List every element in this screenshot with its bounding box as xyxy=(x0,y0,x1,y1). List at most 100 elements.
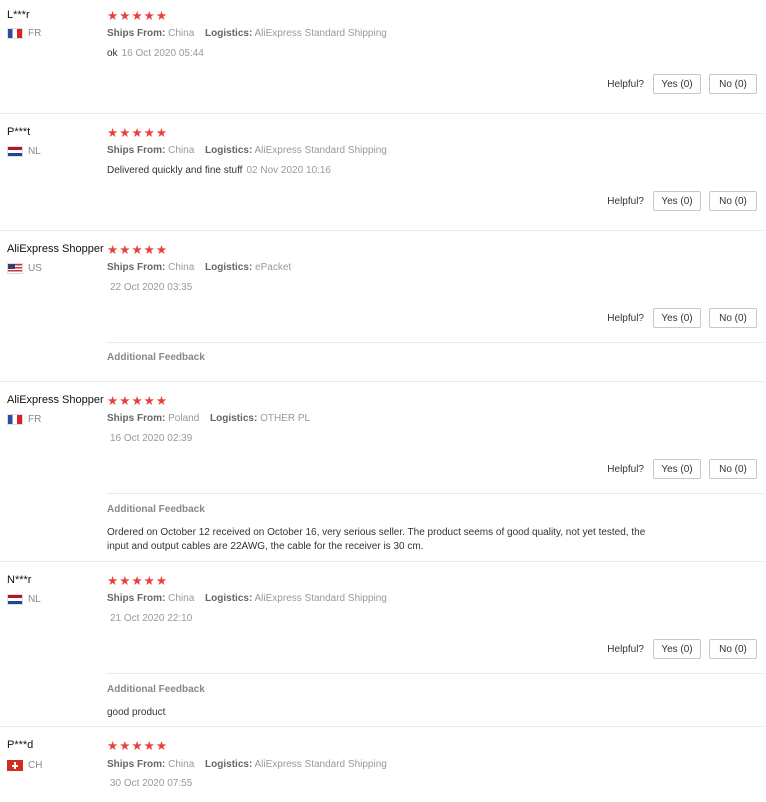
reviewer-country: US xyxy=(7,263,42,274)
star-icon: ★ xyxy=(107,394,119,408)
additional-feedback-title: Additional Feedback xyxy=(107,352,205,363)
helpful-no-button[interactable]: No (0) xyxy=(709,74,757,94)
reviewer-name: AliExpress Shopper xyxy=(7,394,104,406)
logistics-label: Logistics: xyxy=(205,262,253,273)
ships-from-label: Ships From: xyxy=(107,262,166,273)
reviewer-country: CH xyxy=(7,760,42,771)
star-rating: ★ ★ ★ ★ ★ xyxy=(107,739,167,753)
reviewer-name: L***r xyxy=(7,9,30,21)
star-icon: ★ xyxy=(143,739,155,753)
review-text: ok xyxy=(107,48,118,59)
logistics-value: OTHER PL xyxy=(260,413,311,424)
star-icon: ★ xyxy=(143,394,155,408)
review-date: 21 Oct 2020 22:10 xyxy=(110,613,193,624)
helpful-vote: Helpful? Yes (0) No (0) xyxy=(607,191,757,211)
reviewer-country: NL xyxy=(7,594,41,605)
review-date: 30 Oct 2020 07:55 xyxy=(110,778,193,789)
reviewer-country: NL xyxy=(7,146,41,157)
france-flag-icon xyxy=(7,28,23,39)
star-icon: ★ xyxy=(119,574,131,588)
helpful-yes-button[interactable]: Yes (0) xyxy=(653,191,701,211)
star-rating: ★ ★ ★ ★ ★ xyxy=(107,394,168,408)
shipping-info: Ships From: China Logistics: ePacket xyxy=(107,262,291,273)
ships-from-value: China xyxy=(168,28,195,39)
helpful-no-button[interactable]: No (0) xyxy=(709,459,757,479)
helpful-vote: Helpful? Yes (0) No (0) xyxy=(607,459,757,479)
helpful-no-button[interactable]: No (0) xyxy=(709,191,757,211)
reviewer-name: N***r xyxy=(7,574,32,586)
star-icon: ★ xyxy=(155,9,168,23)
logistics-label: Logistics: xyxy=(210,413,258,424)
ships-from-value: Poland xyxy=(168,413,200,424)
logistics-value: AliExpress Standard Shipping xyxy=(254,145,387,156)
helpful-label: Helpful? xyxy=(607,195,644,207)
shipping-info: Ships From: China Logistics: AliExpress … xyxy=(107,759,387,770)
usa-flag-icon xyxy=(7,263,23,274)
reviewer-name: P***d xyxy=(7,739,34,751)
helpful-yes-button[interactable]: Yes (0) xyxy=(653,639,701,659)
additional-feedback-title: Additional Feedback xyxy=(107,504,205,515)
logistics-value: AliExpress Standard Shipping xyxy=(254,759,387,770)
logistics-label: Logistics: xyxy=(205,28,253,39)
ships-from-label: Ships From: xyxy=(107,593,166,604)
star-icon: ★ xyxy=(155,394,168,408)
star-rating: ★ ★ ★ ★ ★ xyxy=(107,9,168,23)
star-icon: ★ xyxy=(107,739,119,753)
star-rating: ★ ★ ★ ★ ★ xyxy=(107,243,168,257)
logistics-label: Logistics: xyxy=(205,145,253,156)
additional-feedback-title: Additional Feedback xyxy=(107,684,205,695)
logistics-label: Logistics: xyxy=(205,593,253,604)
shipping-info: Ships From: Poland Logistics: OTHER PL xyxy=(107,413,310,424)
ships-from-value: China xyxy=(168,759,195,770)
ships-from-value: China xyxy=(168,593,195,604)
star-icon: ★ xyxy=(143,574,155,588)
star-icon: ★ xyxy=(119,243,131,257)
review-content: Delivered quickly and fine stuff 02 Nov 2… xyxy=(107,165,331,176)
star-rating: ★ ★ ★ ★ ★ xyxy=(107,126,168,140)
star-icon: ★ xyxy=(119,126,131,140)
logistics-value: ePacket xyxy=(255,262,292,273)
review-date: 16 Oct 2020 02:39 xyxy=(110,433,193,444)
helpful-yes-button[interactable]: Yes (0) xyxy=(653,74,701,94)
additional-feedback-text: good product xyxy=(107,707,166,718)
ships-from-label: Ships From: xyxy=(107,759,166,770)
ships-from-value: China xyxy=(168,262,195,273)
country-code: NL xyxy=(28,146,41,157)
ships-from-value: China xyxy=(168,145,195,156)
helpful-label: Helpful? xyxy=(607,463,644,475)
star-icon: ★ xyxy=(143,126,155,140)
review-date: 22 Oct 2020 03:35 xyxy=(110,282,193,293)
netherlands-flag-icon xyxy=(7,594,23,605)
star-icon: ★ xyxy=(131,126,143,140)
reviewer-name: P***t xyxy=(7,126,31,138)
helpful-no-button[interactable]: No (0) xyxy=(709,639,757,659)
country-code: NL xyxy=(28,594,41,605)
star-icon: ★ xyxy=(131,574,143,588)
star-icon: ★ xyxy=(155,243,168,257)
ships-from-label: Ships From: xyxy=(107,28,166,39)
star-icon: ★ xyxy=(119,9,131,23)
helpful-yes-button[interactable]: Yes (0) xyxy=(653,308,701,328)
shipping-info: Ships From: China Logistics: AliExpress … xyxy=(107,28,387,39)
helpful-yes-button[interactable]: Yes (0) xyxy=(653,459,701,479)
review-text: Delivered quickly and fine stuff xyxy=(107,165,243,176)
helpful-vote: Helpful? Yes (0) No (0) xyxy=(607,639,757,659)
country-code: FR xyxy=(28,414,42,425)
helpful-vote: Helpful? Yes (0) No (0) xyxy=(607,308,757,328)
star-icon: ★ xyxy=(131,243,143,257)
shipping-info: Ships From: China Logistics: AliExpress … xyxy=(107,593,387,604)
logistics-label: Logistics: xyxy=(205,759,253,770)
helpful-no-button[interactable]: No (0) xyxy=(709,308,757,328)
ships-from-label: Ships From: xyxy=(107,413,166,424)
review-item: N***r NL ★ ★ ★ ★ ★ Ships From: China Logisti… xyxy=(0,562,763,726)
review-item: AliExpress Shopper FR ★ ★ ★ ★ ★ Ships From: … xyxy=(0,382,763,561)
review-item: P***d CH ★ ★ ★ ★ ★ Ships From: China Logisti… xyxy=(0,727,763,802)
review-date: 16 Oct 2020 05:44 xyxy=(121,48,204,59)
star-icon: ★ xyxy=(107,126,119,140)
star-icon: ★ xyxy=(155,126,168,140)
star-icon: ★ xyxy=(119,394,131,408)
reviewer-country: FR xyxy=(7,414,41,425)
logistics-value: AliExpress Standard Shipping xyxy=(254,28,387,39)
france-flag-icon xyxy=(7,414,23,425)
feedback-divider xyxy=(107,493,763,494)
